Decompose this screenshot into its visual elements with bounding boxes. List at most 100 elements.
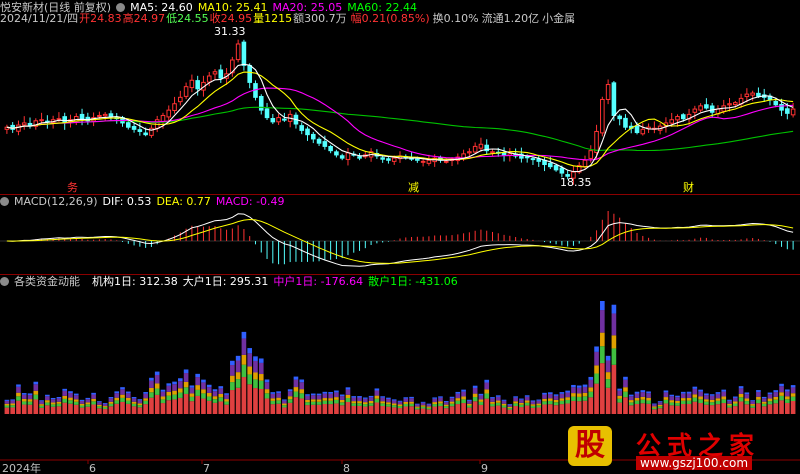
flow-bar-segment	[443, 401, 449, 403]
candle-body	[588, 150, 594, 159]
flow-bar-segment	[571, 393, 576, 397]
flow-bar-segment	[363, 397, 368, 399]
logo-icon: 股	[568, 426, 612, 466]
flow-bar-segment	[108, 406, 114, 414]
flow-bar-segment	[120, 387, 125, 390]
flow-bar-segment	[224, 401, 229, 405]
flow-bar-segment	[709, 394, 715, 396]
flow-bar-segment	[698, 396, 703, 400]
flow-bar-segment	[634, 403, 640, 414]
flow-bar-segment	[282, 403, 287, 406]
flow-bar-segment	[68, 391, 73, 394]
flow-bar-segment	[91, 392, 96, 395]
candle-body	[709, 105, 715, 113]
flow-bar-segment	[767, 398, 773, 402]
flow-bar-segment	[438, 406, 443, 414]
flow-bar-segment	[744, 394, 750, 399]
kline-chart[interactable]	[0, 0, 800, 474]
flow-bar-segment	[536, 399, 542, 401]
flow-bar-segment	[519, 402, 524, 405]
flow-bar-segment	[247, 384, 253, 414]
flow-bar-segment	[715, 392, 721, 394]
flow-bar-segment	[287, 399, 293, 403]
flow-bar-segment	[600, 346, 605, 364]
flow-bar-segment	[230, 375, 235, 383]
candle-body	[386, 158, 391, 161]
flow-bar-segment	[732, 406, 738, 414]
flow-bar-segment	[732, 396, 738, 398]
flow-bar-segment	[33, 399, 39, 414]
flow-bar-segment	[484, 398, 490, 414]
flow-bar-segment	[62, 402, 68, 414]
flow-bar-segment	[438, 401, 443, 404]
flow-bar-segment	[738, 397, 744, 402]
flow-bar-segment	[519, 407, 524, 414]
flow-bar-segment	[137, 405, 143, 408]
flow-bar-segment	[363, 398, 368, 403]
flow-bar-segment	[305, 394, 310, 396]
flow-bar-segment	[767, 404, 773, 414]
flow-bar-segment	[623, 387, 628, 392]
flow-bar-segment	[750, 404, 755, 406]
flow-bar-segment	[230, 390, 235, 414]
flow-bar-segment	[530, 405, 536, 408]
flow-bar-segment	[322, 391, 328, 394]
flow-bar-segment	[461, 389, 466, 392]
flow-bar-segment	[547, 400, 553, 405]
flow-bar-segment	[334, 390, 339, 393]
flow-bar-segment	[478, 393, 484, 396]
year-label: 2024年	[2, 462, 41, 474]
candle-body	[415, 158, 420, 161]
flow-bar-segment	[750, 401, 755, 405]
flow-bar-segment	[287, 396, 293, 400]
flow-bar-segment	[576, 385, 582, 388]
flow-bar-segment	[709, 402, 715, 406]
flow-bar-segment	[253, 360, 258, 373]
flow-bar-segment	[218, 393, 224, 398]
flow-bar-segment	[391, 403, 397, 406]
flow-bar-segment	[692, 401, 698, 414]
flow-bar-segment	[310, 401, 316, 405]
flow-bar-segment	[455, 391, 461, 394]
flow-bar-segment	[680, 391, 686, 394]
flow-bar-segment	[721, 389, 727, 392]
flow-bar-segment	[212, 402, 218, 414]
event-mark[interactable]: 务	[67, 181, 78, 194]
flow-bar-segment	[582, 392, 588, 397]
flow-bar-segment	[426, 409, 432, 414]
flow-bar-segment	[536, 405, 542, 408]
flow-bar-segment	[305, 395, 310, 400]
flow-bar-segment	[790, 387, 796, 394]
flow-bar-segment	[143, 404, 148, 414]
flow-bar-segment	[293, 379, 299, 388]
flow-bar-segment	[675, 400, 680, 404]
flow-bar-segment	[617, 390, 622, 396]
flow-bar-segment	[27, 393, 33, 396]
flow-bar-segment	[397, 401, 403, 405]
flow-bar-segment	[4, 405, 10, 408]
flow-bar-segment	[241, 331, 247, 339]
flow-bar-segment	[478, 404, 484, 414]
candle-body	[420, 160, 426, 163]
candle-body	[605, 84, 611, 100]
flow-bar-segment	[328, 393, 333, 399]
flow-bar-segment	[166, 385, 172, 392]
flow-bar-segment	[553, 405, 559, 414]
flow-bar-segment	[39, 405, 44, 408]
flow-bar-segment	[235, 360, 241, 373]
flow-bar-segment	[507, 409, 513, 414]
flow-bar-segment	[553, 394, 559, 396]
flow-bar-segment	[640, 392, 646, 397]
flow-bar-segment	[131, 397, 137, 399]
flow-bar-segment	[10, 407, 15, 414]
flow-bar-segment	[357, 396, 362, 398]
candle-body	[582, 159, 588, 168]
flow-bar-segment	[594, 373, 599, 384]
flow-bar-segment	[588, 376, 594, 380]
event-mark[interactable]: 财	[683, 181, 694, 194]
flow-bar-segment	[582, 396, 588, 401]
flow-bar-segment	[490, 401, 495, 404]
flow-bar-segment	[10, 405, 15, 408]
flow-bar-segment	[206, 392, 212, 397]
event-mark[interactable]: 减	[408, 181, 419, 194]
